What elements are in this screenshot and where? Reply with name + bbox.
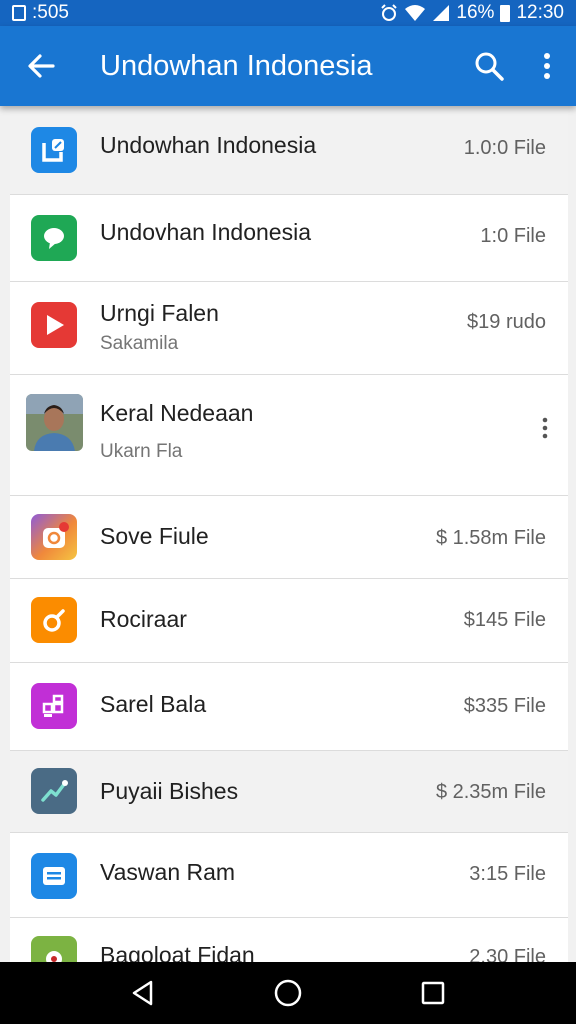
item-title: Vaswan Ram [100,859,236,885]
item-title: Sove Fiule [100,523,209,549]
nav-back-icon [132,980,152,1006]
list-item[interactable]: Bagoloat Fidan 2.30 File [10,918,568,962]
nav-recents-icon [422,981,445,1005]
alarm-icon [381,4,398,21]
person-avatar [26,394,83,451]
nav-back-button[interactable] [113,968,173,1018]
page-title: Undowhan Indonesia [100,49,373,82]
item-title: Keral Nedeaan [100,400,254,426]
system-nav-bar [0,962,576,1024]
item-title: Bagoloat Fidan [100,942,255,962]
search-button[interactable] [460,26,518,106]
item-meta: $ 2.35m File [435,781,546,803]
nav-home-icon [274,979,302,1007]
item-meta: $19 rudo [467,311,546,333]
list-item[interactable]: Sarel Bala $335 File [10,663,568,751]
battery-percent: 16% [456,2,495,23]
file-list: Undowhan Indonesia 1.0:0 File Undovhan I… [10,106,568,962]
status-left-text: :505 [32,2,69,23]
list-item[interactable]: Sove Fiule $ 1.58m File [10,496,568,579]
list-item[interactable]: Vaswan Ram 3:15 File [10,833,568,918]
status-bar: :505 16% 12:30 [0,0,576,26]
more-vert-icon [542,417,548,439]
item-title: Rociraar [100,606,187,632]
arrow-back-icon [28,54,55,78]
item-meta: $145 File [463,609,546,631]
item-title: Urngi Falen [100,300,219,326]
link-icon [31,597,77,643]
status-time: 12:30 [516,2,564,23]
more-vert-icon [544,53,550,79]
list-item[interactable]: Keral Nedeaan Ukarn Fla [10,375,568,496]
item-title: Undovhan Indonesia [100,219,311,245]
list-item[interactable]: Rociraar $145 File [10,579,568,663]
item-subtitle: Sakamila [100,333,179,354]
wifi-icon [405,5,426,21]
app-bar: Undowhan Indonesia [0,26,576,106]
list-item[interactable]: Undovhan Indonesia 1:0 File [10,195,568,282]
item-meta: 1.0:0 File [463,137,546,159]
notification-icon [12,5,26,21]
status-right: 16% 12:30 [380,2,564,24]
item-meta: $335 File [463,695,546,717]
search-icon [475,52,504,81]
grid-icon [31,683,77,729]
play-icon [31,302,77,348]
item-title: Undowhan Indonesia [100,132,317,158]
signal-icon [433,5,450,21]
list-item[interactable]: Undowhan Indonesia 1.0:0 File [10,106,568,195]
battery-icon [500,4,511,22]
list-item[interactable]: Urngi Falen Sakamila $19 rudo [10,282,568,375]
item-more-button[interactable] [534,413,556,443]
nav-recents-button[interactable] [403,968,463,1018]
item-meta: 1:0 File [480,225,546,247]
item-meta: $ 1.58m File [435,527,546,549]
item-meta: 3:15 File [469,863,546,885]
back-button[interactable] [0,26,82,106]
chat-bubble-icon [31,215,77,261]
item-title: Puyaii Bishes [100,778,239,804]
camera-icon [31,514,77,560]
status-left: :505 [12,2,69,24]
list-item[interactable]: Puyaii Bishes $ 2.35m File [10,751,568,833]
list-icon [31,853,77,899]
nav-home-button[interactable] [258,968,318,1018]
item-title: Sarel Bala [100,691,207,717]
more-options-button[interactable] [518,26,576,106]
item-subtitle: Ukarn Fla [100,441,183,462]
chart-icon [31,768,77,814]
item-meta: 2.30 File [469,946,546,962]
pin-icon [31,936,77,962]
doc-edit-icon [31,127,77,173]
